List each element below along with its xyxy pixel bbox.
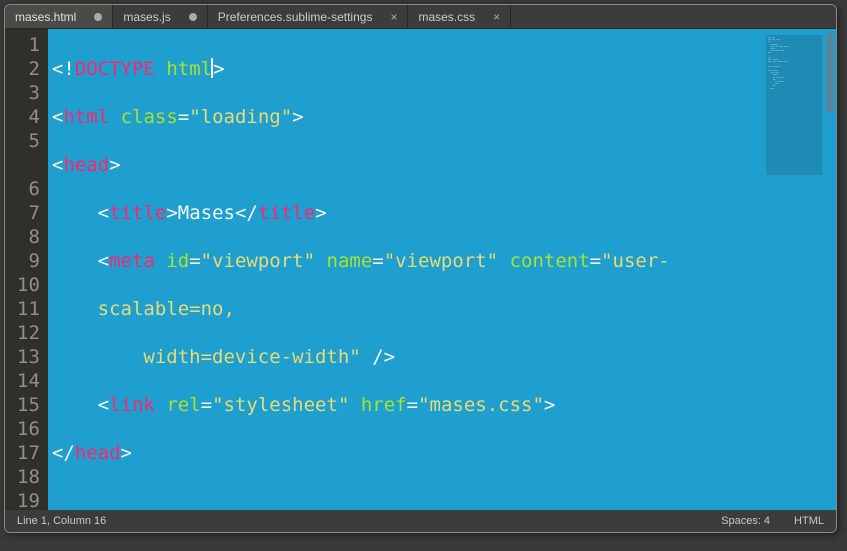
line-number: 5 [17, 129, 40, 153]
line-gutter: 1 2 3 4 5 6 7 8 9 10 11 12 13 14 15 16 1… [5, 29, 48, 510]
tab-label: mases.css [418, 10, 475, 24]
code-line: <link rel="stylesheet" href="mases.css"> [50, 393, 836, 417]
tab-mases-html[interactable]: mases.html [5, 5, 113, 28]
status-bar: Line 1, Column 16 Spaces: 4 HTML [5, 510, 836, 532]
line-number-wrap [17, 153, 40, 177]
status-indent[interactable]: Spaces: 4 [721, 515, 770, 527]
code-line: <meta id="viewport" name="viewport" cont… [50, 249, 836, 273]
tab-preferences[interactable]: Preferences.sublime-settings × [208, 5, 409, 28]
line-number: 9 [17, 249, 40, 273]
line-number: 16 [17, 417, 40, 441]
close-icon[interactable]: × [493, 10, 500, 24]
status-position[interactable]: Line 1, Column 16 [17, 515, 106, 527]
line-number: 19 [17, 489, 40, 510]
line-number: 4 [17, 105, 40, 129]
code-line: <title>Mases</title> [50, 201, 836, 225]
line-number: 13 [17, 345, 40, 369]
tab-label: mases.html [15, 10, 76, 24]
tab-dirty-icon [189, 13, 197, 21]
line-number: 8 [17, 225, 40, 249]
code-line: width=device-width" /> [50, 345, 836, 369]
line-number: 18 [17, 465, 40, 489]
tab-mases-css[interactable]: mases.css × [408, 5, 511, 28]
status-syntax[interactable]: HTML [794, 515, 824, 527]
line-number: 17 [17, 441, 40, 465]
minimap[interactable]: ▬▬▬ ▬▬ ▬▬ ▬▬▬ ▬▬▬ ▬▬ ▬▬▬▬▬▬ ▬▬▬ ▬▬ ▬▬▬ ▬… [766, 35, 822, 175]
code-area[interactable]: <!DOCTYPE html> <html class="loading"> <… [48, 29, 836, 510]
line-number: 6 [17, 177, 40, 201]
tab-bar: mases.html mases.js Preferences.sublime-… [5, 5, 836, 29]
code-line: <head> [50, 153, 836, 177]
line-number: 15 [17, 393, 40, 417]
code-line: <!DOCTYPE html> [50, 57, 836, 81]
tab-label: Preferences.sublime-settings [218, 10, 373, 24]
code-line: scalable=no, [50, 297, 836, 321]
editor-main: 1 2 3 4 5 6 7 8 9 10 11 12 13 14 15 16 1… [5, 29, 836, 510]
code-line: </head> [50, 441, 836, 465]
close-icon[interactable]: × [390, 10, 397, 24]
code-line: <html class="loading"> [50, 105, 836, 129]
tab-label: mases.js [123, 10, 170, 24]
editor-window: mases.html mases.js Preferences.sublime-… [4, 4, 837, 533]
line-number: 14 [17, 369, 40, 393]
tab-mases-js[interactable]: mases.js [113, 5, 207, 28]
code-line [50, 489, 836, 510]
scrollbar-thumb[interactable] [826, 33, 834, 113]
tab-dirty-icon [94, 13, 102, 21]
line-number: 12 [17, 321, 40, 345]
line-number: 1 [17, 33, 40, 57]
line-number: 2 [17, 57, 40, 81]
line-number: 7 [17, 201, 40, 225]
line-number: 11 [17, 297, 40, 321]
line-number: 10 [17, 273, 40, 297]
line-number: 3 [17, 81, 40, 105]
